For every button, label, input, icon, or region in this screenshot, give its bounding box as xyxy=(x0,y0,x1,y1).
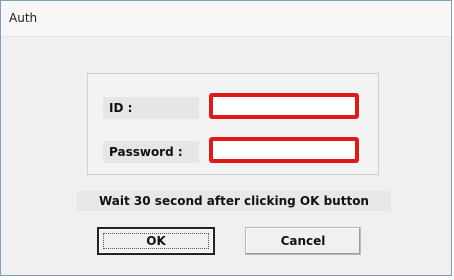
password-input[interactable] xyxy=(209,137,359,163)
ok-button[interactable]: OK xyxy=(97,227,215,255)
focus-ring xyxy=(103,233,209,249)
auth-dialog: Auth ID : Password : Wait 30 second afte… xyxy=(0,0,452,276)
wait-notice: Wait 30 second after clicking OK button xyxy=(77,191,391,211)
cancel-button[interactable]: Cancel xyxy=(245,227,361,255)
id-label: ID : xyxy=(103,97,199,119)
id-input[interactable] xyxy=(209,93,359,119)
password-label: Password : xyxy=(103,141,199,163)
title-bar[interactable]: Auth xyxy=(1,1,451,37)
window-title: Auth xyxy=(9,11,38,25)
